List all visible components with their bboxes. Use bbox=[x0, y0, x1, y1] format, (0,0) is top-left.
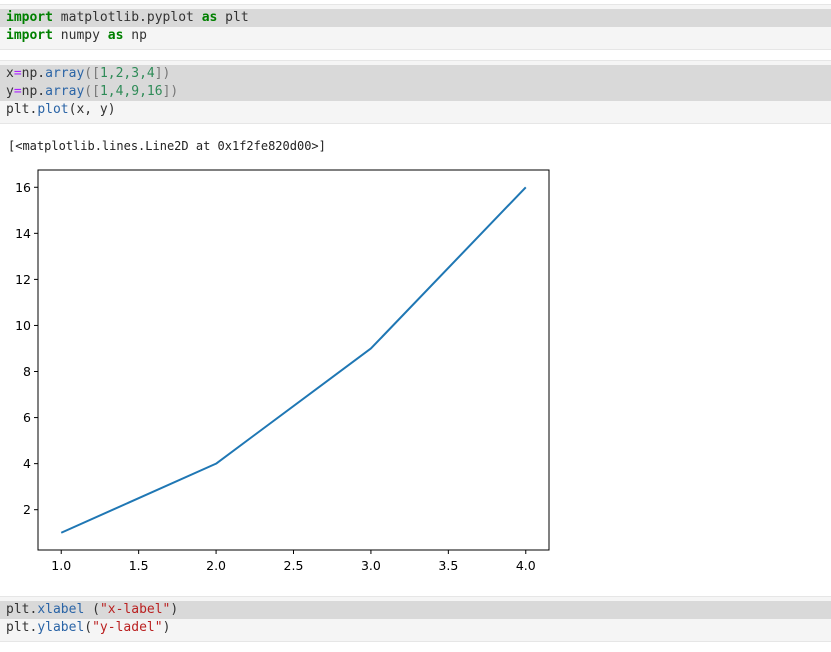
output-text: [<matplotlib.lines.Line2D at 0x1f2fe820d… bbox=[8, 139, 326, 153]
code-cell-labels[interactable]: plt.xlabel ("x-label") plt.ylabel("y-lad… bbox=[0, 596, 831, 642]
code-cell-plot[interactable]: x=np.array([1,2,3,4]) y=np.array([1,4,9,… bbox=[0, 60, 831, 124]
y-tick-label: 8 bbox=[23, 364, 31, 379]
code-line-ylabel: plt.ylabel("y-ladel") bbox=[6, 620, 171, 635]
code-line-import-matplotlib: import matplotlib.pyplot as plt bbox=[0, 9, 831, 27]
code-line-import-numpy: import numpy as np bbox=[6, 28, 147, 43]
code-line-xlabel: plt.xlabel ("x-label") bbox=[0, 601, 831, 619]
y-tick-label: 4 bbox=[23, 456, 31, 471]
y-tick-label: 14 bbox=[15, 226, 31, 241]
x-tick-label: 3.0 bbox=[361, 558, 381, 573]
y-tick-label: 10 bbox=[15, 318, 31, 333]
x-tick-label: 2.5 bbox=[284, 558, 304, 573]
code-cell-imports[interactable]: import matplotlib.pyplot as plt import n… bbox=[0, 4, 831, 50]
x-tick-label: 1.0 bbox=[51, 558, 71, 573]
y-tick-label: 6 bbox=[23, 410, 31, 425]
code-line-plt-plot: plt.plot(x, y) bbox=[6, 102, 116, 117]
plot-frame bbox=[37, 169, 550, 551]
code-line-x-array: x=np.array([1,2,3,4]) bbox=[0, 65, 831, 83]
y-tick-label: 12 bbox=[15, 272, 31, 287]
code-line-y-array: y=np.array([1,4,9,16]) bbox=[0, 83, 831, 101]
y-tick-label: 16 bbox=[15, 180, 31, 195]
y-tick-label: 2 bbox=[23, 502, 31, 517]
x-tick-label: 4.0 bbox=[516, 558, 536, 573]
line-chart: 1.0 1.5 2.0 2.5 3.0 3.5 4.0 2 4 6 8 10 12 14 16 bbox=[15, 169, 550, 573]
x-tick-label: 2.0 bbox=[206, 558, 226, 573]
x-tick-label: 1.5 bbox=[129, 558, 149, 573]
x-tick-label: 3.5 bbox=[438, 558, 458, 573]
